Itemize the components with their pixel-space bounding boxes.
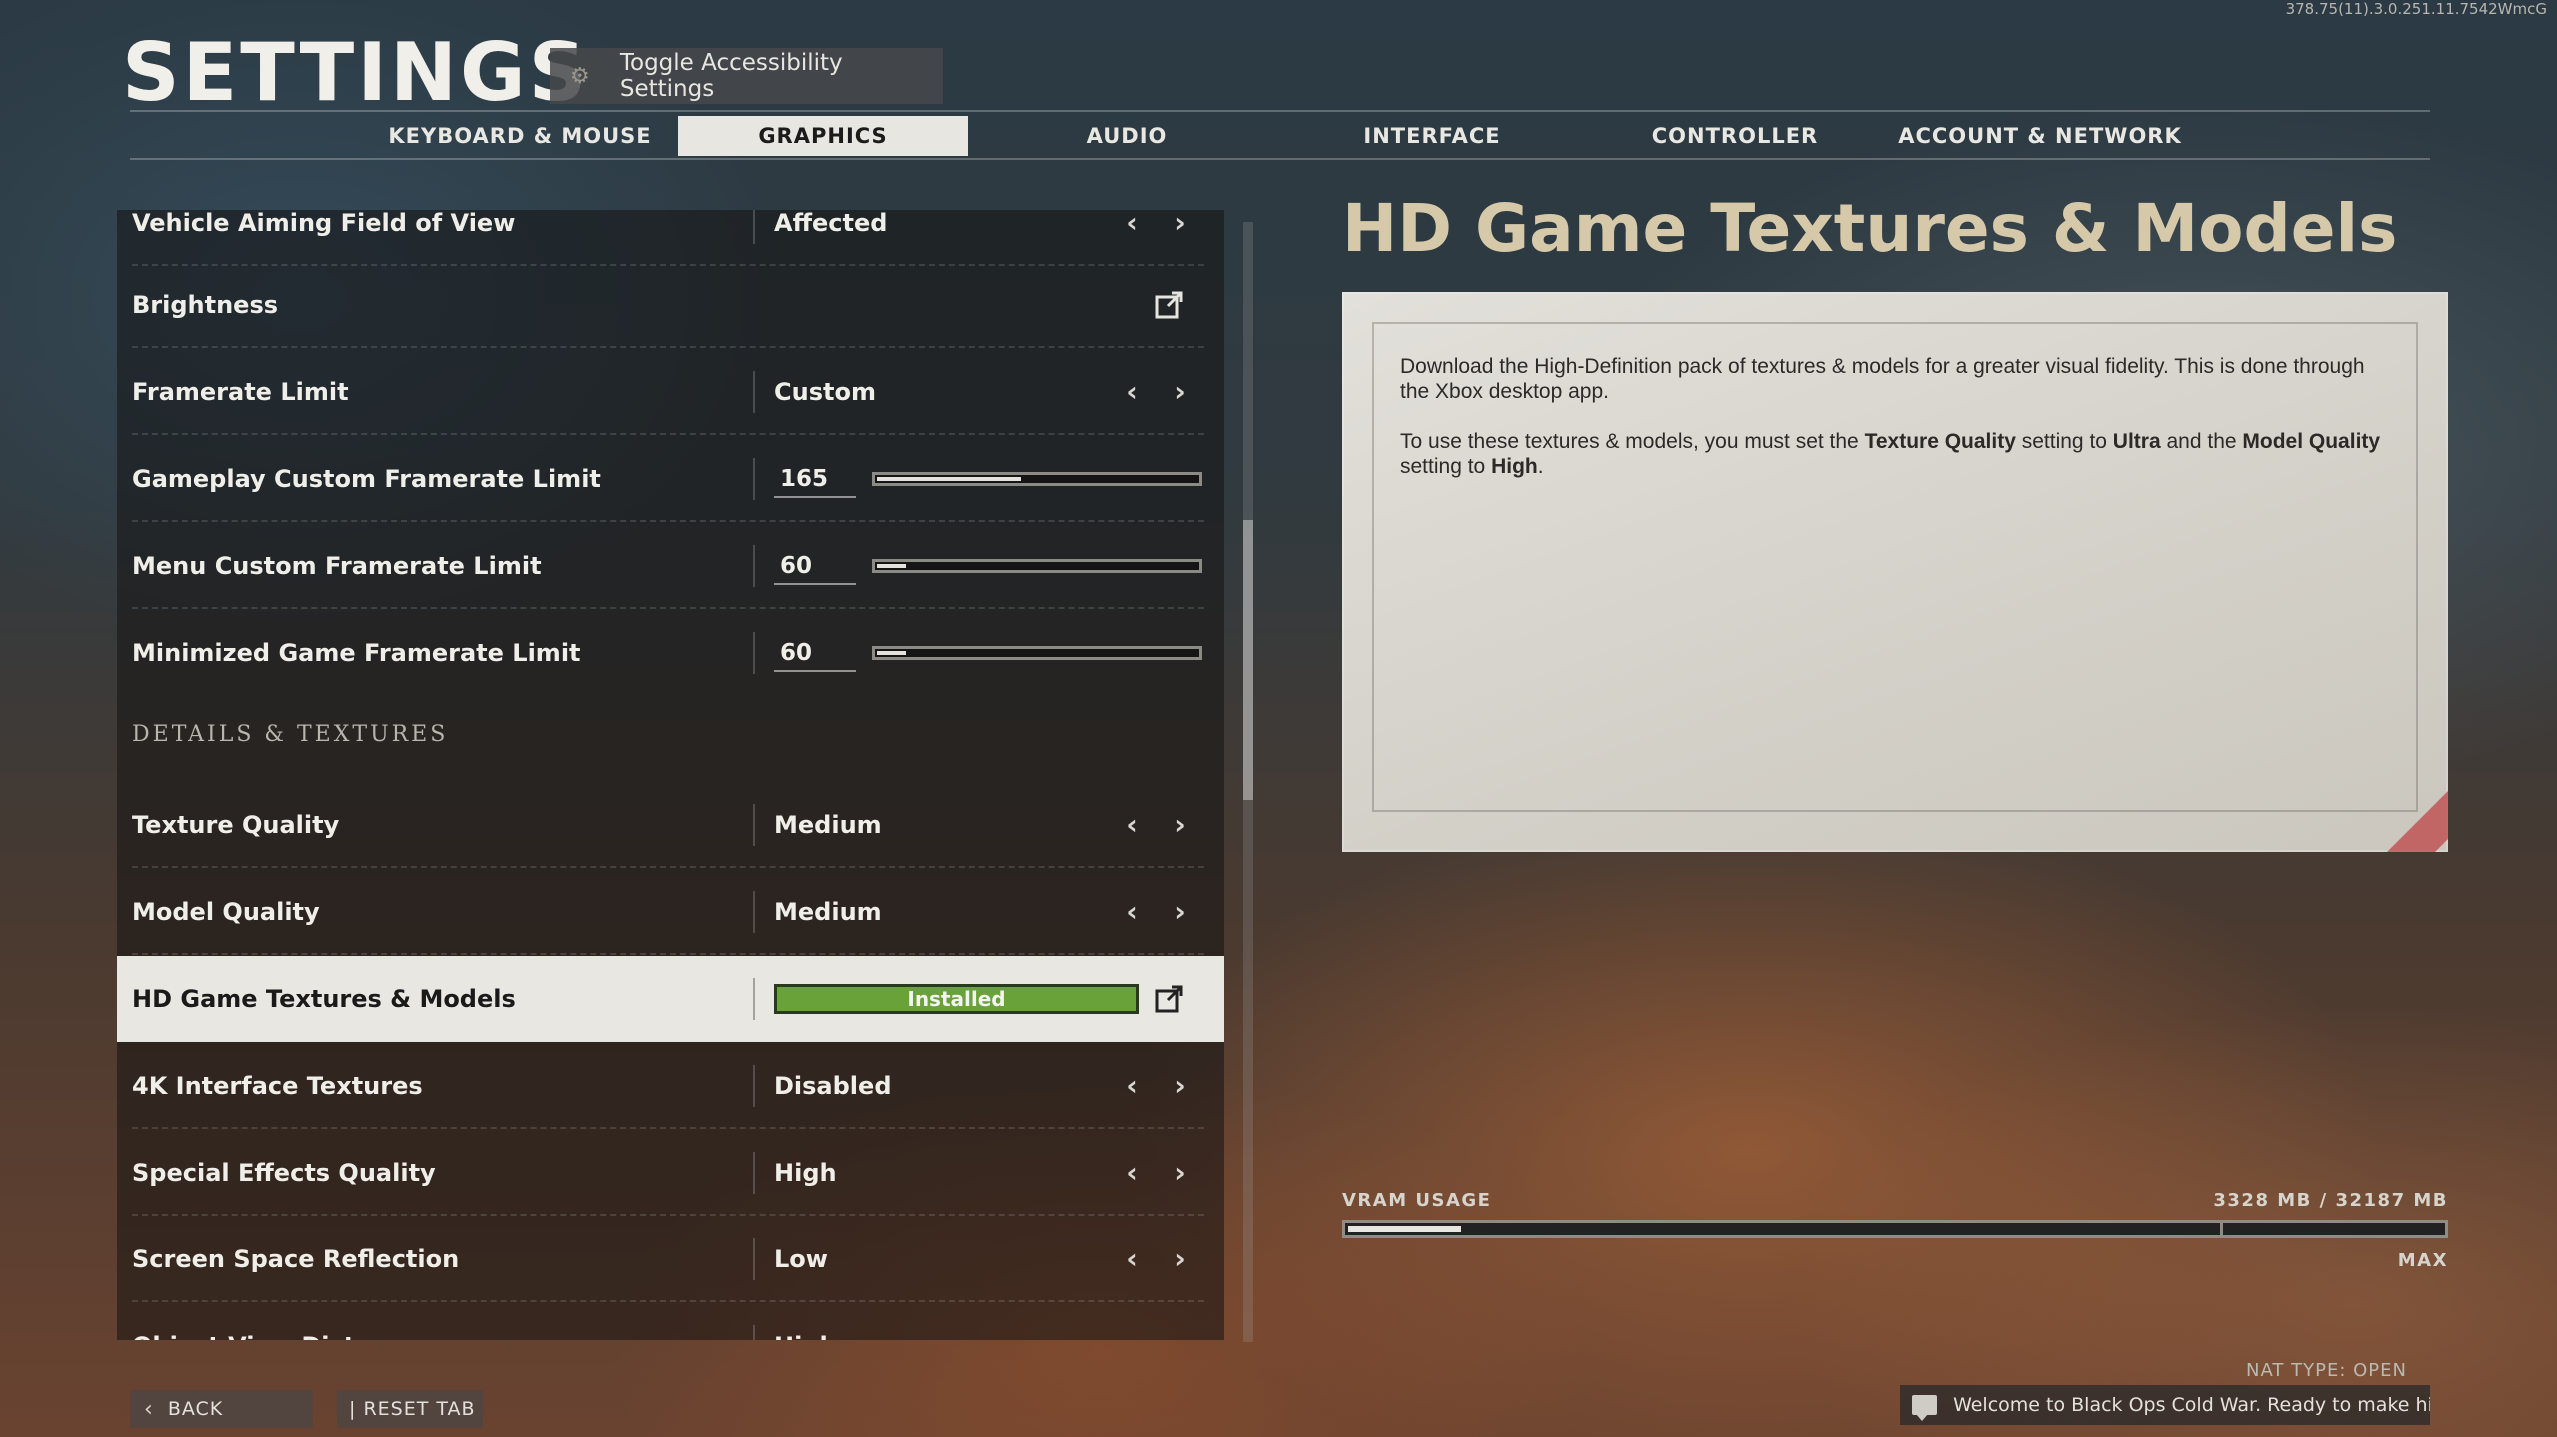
detail-title: HD Game Textures & Models xyxy=(1342,190,2398,267)
reset-tab-button[interactable]: | RESET TAB xyxy=(337,1390,483,1428)
tab-graphics[interactable]: GRAPHICS xyxy=(678,116,968,156)
setting-label: Special Effects Quality xyxy=(132,1159,436,1187)
setting-label: Menu Custom Framerate Limit xyxy=(132,552,542,580)
nat-type-status: NAT TYPE: OPEN xyxy=(2246,1360,2407,1381)
tab-audio[interactable]: AUDIO xyxy=(1027,116,1227,156)
setting-label: Minimized Game Framerate Limit xyxy=(132,639,581,667)
setting-row-gameplay-fps[interactable]: Gameplay Custom Framerate Limit 165 xyxy=(117,436,1224,522)
description-panel: Download the High-Definition pack of tex… xyxy=(1342,292,2448,852)
setting-row-model-quality[interactable]: Model Quality Medium ‹ › xyxy=(117,869,1224,955)
description-paragraph-2: To use these textures & models, you must… xyxy=(1400,430,2381,478)
setting-row-4k-interface[interactable]: 4K Interface Textures Disabled ‹ › xyxy=(117,1043,1224,1129)
chevron-right-icon[interactable]: › xyxy=(1165,210,1195,266)
chevron-right-icon[interactable]: › xyxy=(1165,1130,1195,1216)
setting-row-texture-quality[interactable]: Texture Quality Medium ‹ › xyxy=(117,782,1224,868)
description-text: Download the High-Definition pack of tex… xyxy=(1400,354,2390,504)
setting-value: Affected xyxy=(774,210,888,237)
setting-label: Brightness xyxy=(132,291,279,319)
gear-icon: ⚙ xyxy=(570,63,590,89)
setting-value: Medium xyxy=(774,898,882,926)
back-button[interactable]: ‹ BACK xyxy=(130,1390,313,1428)
setting-label: Framerate Limit xyxy=(132,378,349,406)
settings-scrollbar[interactable] xyxy=(1243,222,1253,1342)
setting-row-menu-fps[interactable]: Menu Custom Framerate Limit 60 xyxy=(117,523,1224,609)
setting-label: Model Quality xyxy=(132,898,320,926)
tabs-divider-top xyxy=(130,110,2430,112)
chevron-right-icon[interactable]: › xyxy=(1165,869,1195,955)
chevron-left-icon[interactable]: ‹ xyxy=(1117,1303,1147,1340)
chevron-left-icon: ‹ xyxy=(144,1396,154,1422)
numeric-input[interactable]: 60 xyxy=(774,634,856,672)
setting-value: Custom xyxy=(774,378,876,406)
framerate-slider[interactable] xyxy=(872,472,1202,486)
toggle-accessibility-button[interactable]: ⚙ Toggle Accessibility Settings xyxy=(550,48,943,104)
setting-row-brightness[interactable]: Brightness xyxy=(117,262,1224,348)
chevron-right-icon[interactable]: › xyxy=(1165,782,1195,868)
reset-tab-label: | RESET TAB xyxy=(349,1398,476,1420)
framerate-slider[interactable] xyxy=(872,559,1202,573)
setting-value: Medium xyxy=(774,811,882,839)
setting-row-special-effects[interactable]: Special Effects Quality High ‹ › xyxy=(117,1130,1224,1216)
vram-usage-label: VRAM USAGE xyxy=(1342,1190,1492,1211)
page-title: SETTINGS xyxy=(122,26,590,119)
setting-value: High xyxy=(774,1303,837,1340)
setting-row-object-view[interactable]: Object View Distance High ‹ › xyxy=(117,1303,1224,1340)
numeric-input[interactable]: 60 xyxy=(774,547,856,585)
chevron-left-icon[interactable]: ‹ xyxy=(1117,349,1147,435)
chevron-left-icon[interactable]: ‹ xyxy=(1117,1130,1147,1216)
setting-label: Vehicle Aiming Field of View xyxy=(132,210,516,237)
chevron-left-icon[interactable]: ‹ xyxy=(1117,869,1147,955)
chevron-right-icon[interactable]: › xyxy=(1165,1043,1195,1129)
setting-value: High xyxy=(774,1159,837,1187)
setting-row-vehicle-fov[interactable]: Vehicle Aiming Field of View Affected ‹ … xyxy=(117,210,1224,266)
setting-value: Low xyxy=(774,1245,828,1273)
vram-max-marker xyxy=(2220,1220,2223,1238)
setting-value: Disabled xyxy=(774,1072,892,1100)
external-link-icon[interactable] xyxy=(1154,290,1184,320)
chevron-left-icon[interactable]: ‹ xyxy=(1117,1043,1147,1129)
tab-controller[interactable]: CONTROLLER xyxy=(1615,116,1855,156)
setting-row-framerate-limit[interactable]: Framerate Limit Custom ‹ › xyxy=(117,349,1224,435)
setting-row-minimized-fps[interactable]: Minimized Game Framerate Limit 60 xyxy=(117,610,1224,696)
setting-row-ssr[interactable]: Screen Space Reflection Low ‹ › xyxy=(117,1216,1224,1302)
section-heading-details-textures: DETAILS & TEXTURES xyxy=(132,722,449,747)
installed-status-badge: Installed xyxy=(774,984,1139,1014)
chevron-right-icon[interactable]: › xyxy=(1165,1216,1195,1302)
setting-label: Object View Distance xyxy=(132,1303,419,1340)
chat-message: Welcome to Black Ops Cold War. Ready to … xyxy=(1953,1394,2430,1416)
settings-list[interactable]: Vehicle Aiming Field of View Affected ‹ … xyxy=(117,210,1224,1340)
tab-keyboard-mouse[interactable]: KEYBOARD & MOUSE xyxy=(370,116,670,156)
setting-label: 4K Interface Textures xyxy=(132,1072,423,1100)
vram-max-label: MAX xyxy=(2397,1250,2448,1271)
chevron-left-icon[interactable]: ‹ xyxy=(1117,782,1147,868)
setting-label: Screen Space Reflection xyxy=(132,1245,460,1273)
tabs-divider-bottom xyxy=(130,158,2430,160)
tab-account-network[interactable]: ACCOUNT & NETWORK xyxy=(1890,116,2190,156)
framerate-slider[interactable] xyxy=(872,646,1202,660)
scrollbar-thumb[interactable] xyxy=(1243,520,1253,800)
setting-label: Texture Quality xyxy=(132,811,340,839)
vram-usage-fill xyxy=(1348,1226,1461,1232)
external-link-icon[interactable] xyxy=(1154,984,1184,1014)
chat-icon xyxy=(1912,1395,1938,1421)
chevron-right-icon[interactable]: › xyxy=(1165,1303,1195,1340)
description-paragraph-1: Download the High-Definition pack of tex… xyxy=(1400,355,2365,403)
vram-usage-amount: 3328 MB / 32187 MB xyxy=(2213,1190,2448,1211)
build-version: 378.75(11).3.0.251.11.7542WmcG xyxy=(2285,0,2547,18)
setting-row-hd-textures[interactable]: HD Game Textures & Models Installed xyxy=(117,956,1224,1042)
chevron-right-icon[interactable]: › xyxy=(1165,349,1195,435)
setting-label: Gameplay Custom Framerate Limit xyxy=(132,465,601,493)
chat-notification[interactable]: Welcome to Black Ops Cold War. Ready to … xyxy=(1900,1385,2430,1425)
vram-usage-bar xyxy=(1342,1220,2448,1238)
back-button-label: BACK xyxy=(167,1398,224,1420)
tab-interface[interactable]: INTERFACE xyxy=(1332,116,1532,156)
setting-label: HD Game Textures & Models xyxy=(132,985,516,1013)
accessibility-button-label: Toggle Accessibility Settings xyxy=(619,50,843,102)
numeric-input[interactable]: 165 xyxy=(774,460,856,498)
chevron-left-icon[interactable]: ‹ xyxy=(1117,210,1147,266)
chevron-left-icon[interactable]: ‹ xyxy=(1117,1216,1147,1302)
